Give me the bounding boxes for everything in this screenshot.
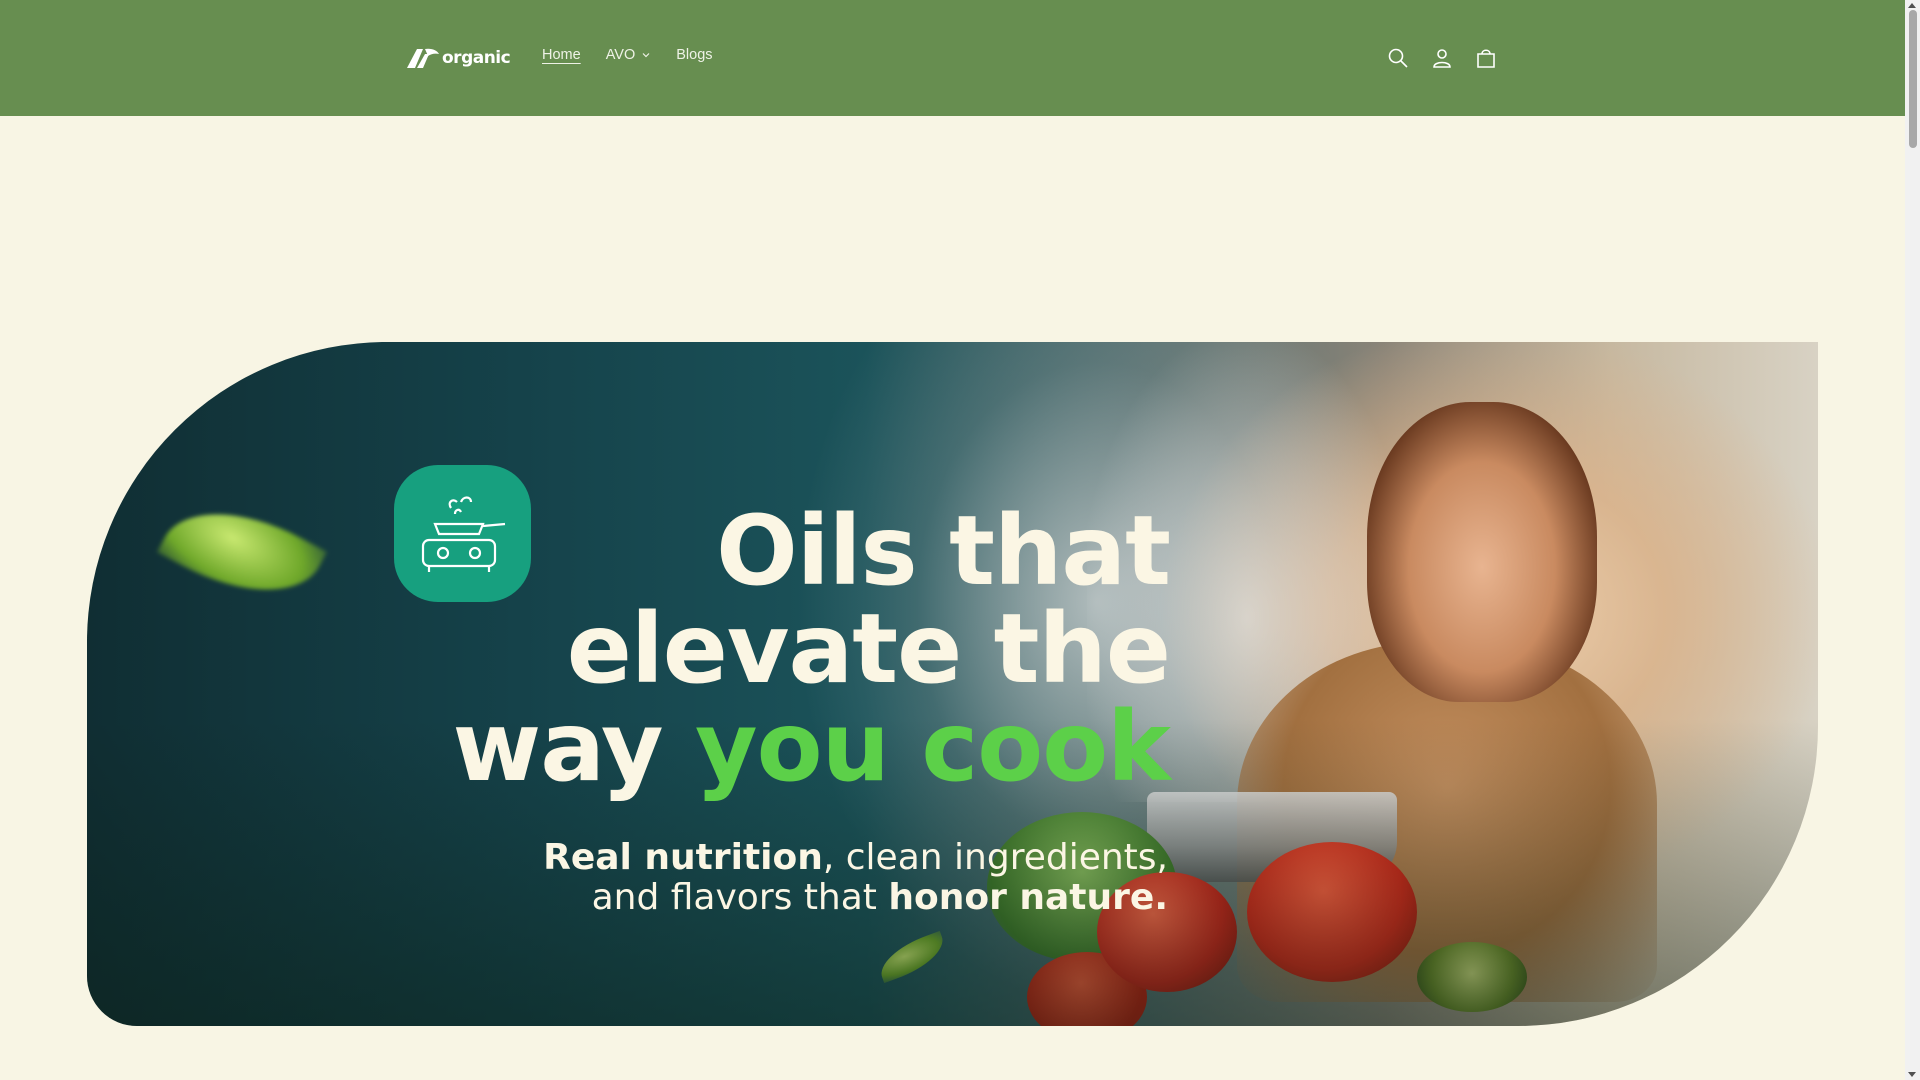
logo-text: organic [442, 48, 511, 68]
header-actions [1384, 44, 1516, 72]
chevron-down-icon [642, 53, 650, 58]
subline-line-1: Real nutrition, clean ingredients, [543, 838, 1168, 878]
account-icon [1433, 49, 1451, 68]
subline-bold-2: honor nature. [888, 877, 1168, 918]
cart-icon [1477, 49, 1495, 68]
subline-rest-2: and flavors that [591, 877, 889, 918]
headline-line-2: elevate the [566, 593, 1171, 705]
scrollbar-thumb[interactable] [1909, 10, 1917, 148]
hero-headline: Oils that elevate the way you cook [453, 495, 1171, 796]
main-nav: Home AVO Blogs [542, 47, 738, 63]
logo-mark-icon [407, 48, 439, 68]
scrollbar[interactable] [1905, 0, 1920, 1080]
scroll-up-arrow-icon[interactable] [1908, 3, 1916, 8]
account-button[interactable] [1428, 44, 1456, 72]
search-button[interactable] [1384, 44, 1412, 72]
subline-bold-1: Real nutrition [543, 837, 823, 878]
search-icon [1388, 48, 1408, 68]
headline-line-3: way you cook [453, 698, 1171, 796]
cart-button[interactable] [1472, 44, 1500, 72]
nav-blogs[interactable]: Blogs [676, 47, 712, 63]
logo[interactable]: organic [405, 44, 511, 72]
nav-avo[interactable]: AVO [606, 47, 652, 63]
nav-avo-label: AVO [605, 47, 636, 63]
subline-rest-1: , clean ingredients, [822, 837, 1168, 878]
headline-line-1: Oils that [716, 495, 1171, 607]
page: organic Home AVO Blogs Oils that elevate… [0, 0, 1920, 1080]
site-header: organic Home AVO Blogs [0, 0, 1905, 116]
nav-home[interactable]: Home [542, 47, 581, 63]
scroll-down-arrow-icon[interactable] [1908, 1072, 1916, 1077]
subline-line-2: and flavors that honor nature. [543, 878, 1168, 918]
hero-subline: Real nutrition, clean ingredients, and f… [543, 838, 1168, 918]
headline-way: way [452, 691, 696, 803]
headline-highlight: you cook [695, 691, 1171, 803]
hero-banner[interactable]: Oils that elevate the way you cook Real … [87, 342, 1818, 1026]
